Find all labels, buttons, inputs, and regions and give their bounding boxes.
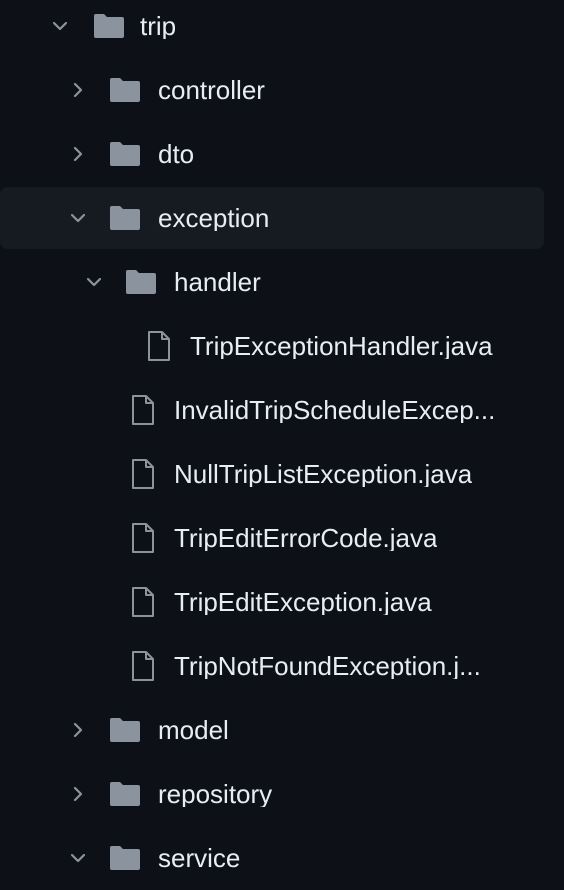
tree-item-file[interactable]: NullTripListException.java (0, 443, 544, 505)
chevron-down-icon[interactable] (84, 272, 104, 292)
tree-item-label: service (158, 845, 241, 871)
tree-item-label: TripEditException.java (174, 589, 432, 615)
tree-item-file[interactable]: TripNotFoundException.j... (0, 635, 544, 697)
chevron-right-icon[interactable] (68, 144, 88, 164)
tree-item-repository[interactable]: repository (0, 763, 544, 825)
chevron-right-icon[interactable] (68, 80, 88, 100)
chevron-right-icon[interactable] (68, 720, 88, 740)
tree-item-label: dto (158, 141, 195, 167)
tree-item-label: TripEditErrorCode.java (174, 525, 438, 551)
tree-item-file[interactable]: TripExceptionHandler.java (0, 315, 544, 377)
tree-item-label: TripNotFoundException.j... (174, 653, 481, 679)
chevron-right-icon[interactable] (68, 784, 88, 804)
file-tree: trip controller dto exception handler Tr… (0, 0, 564, 890)
tree-item-trip[interactable]: trip (0, 0, 544, 57)
folder-icon (108, 716, 142, 744)
folder-icon (124, 268, 158, 296)
tree-item-label: trip (140, 13, 177, 39)
folder-icon (108, 780, 142, 808)
file-icon (144, 330, 174, 362)
chevron-down-icon[interactable] (68, 208, 88, 228)
tree-item-file[interactable]: TripEditException.java (0, 571, 544, 633)
tree-item-handler[interactable]: handler (0, 251, 544, 313)
file-icon (128, 522, 158, 554)
tree-item-label: controller (158, 77, 265, 103)
tree-item-service[interactable]: service (0, 827, 544, 889)
folder-icon (92, 12, 126, 40)
tree-item-label: repository (158, 781, 273, 807)
chevron-down-icon[interactable] (50, 16, 70, 36)
file-icon (128, 586, 158, 618)
tree-item-exception[interactable]: exception (0, 187, 544, 249)
tree-item-dto[interactable]: dto (0, 123, 544, 185)
folder-icon (108, 140, 142, 168)
tree-item-model[interactable]: model (0, 699, 544, 761)
folder-icon (108, 204, 142, 232)
folder-icon (108, 844, 142, 872)
tree-item-label: handler (174, 269, 261, 295)
tree-item-controller[interactable]: controller (0, 59, 544, 121)
tree-item-file[interactable]: InvalidTripScheduleExcep... (0, 379, 544, 441)
folder-icon (108, 76, 142, 104)
file-icon (128, 394, 158, 426)
tree-item-label: NullTripListException.java (174, 461, 473, 487)
tree-item-label: model (158, 717, 229, 743)
tree-item-label: InvalidTripScheduleExcep... (174, 397, 496, 423)
tree-item-label: TripExceptionHandler.java (190, 333, 493, 359)
tree-item-label: exception (158, 205, 270, 231)
file-icon (128, 650, 158, 682)
file-icon (128, 458, 158, 490)
tree-item-file[interactable]: TripEditErrorCode.java (0, 507, 544, 569)
chevron-down-icon[interactable] (68, 848, 88, 868)
